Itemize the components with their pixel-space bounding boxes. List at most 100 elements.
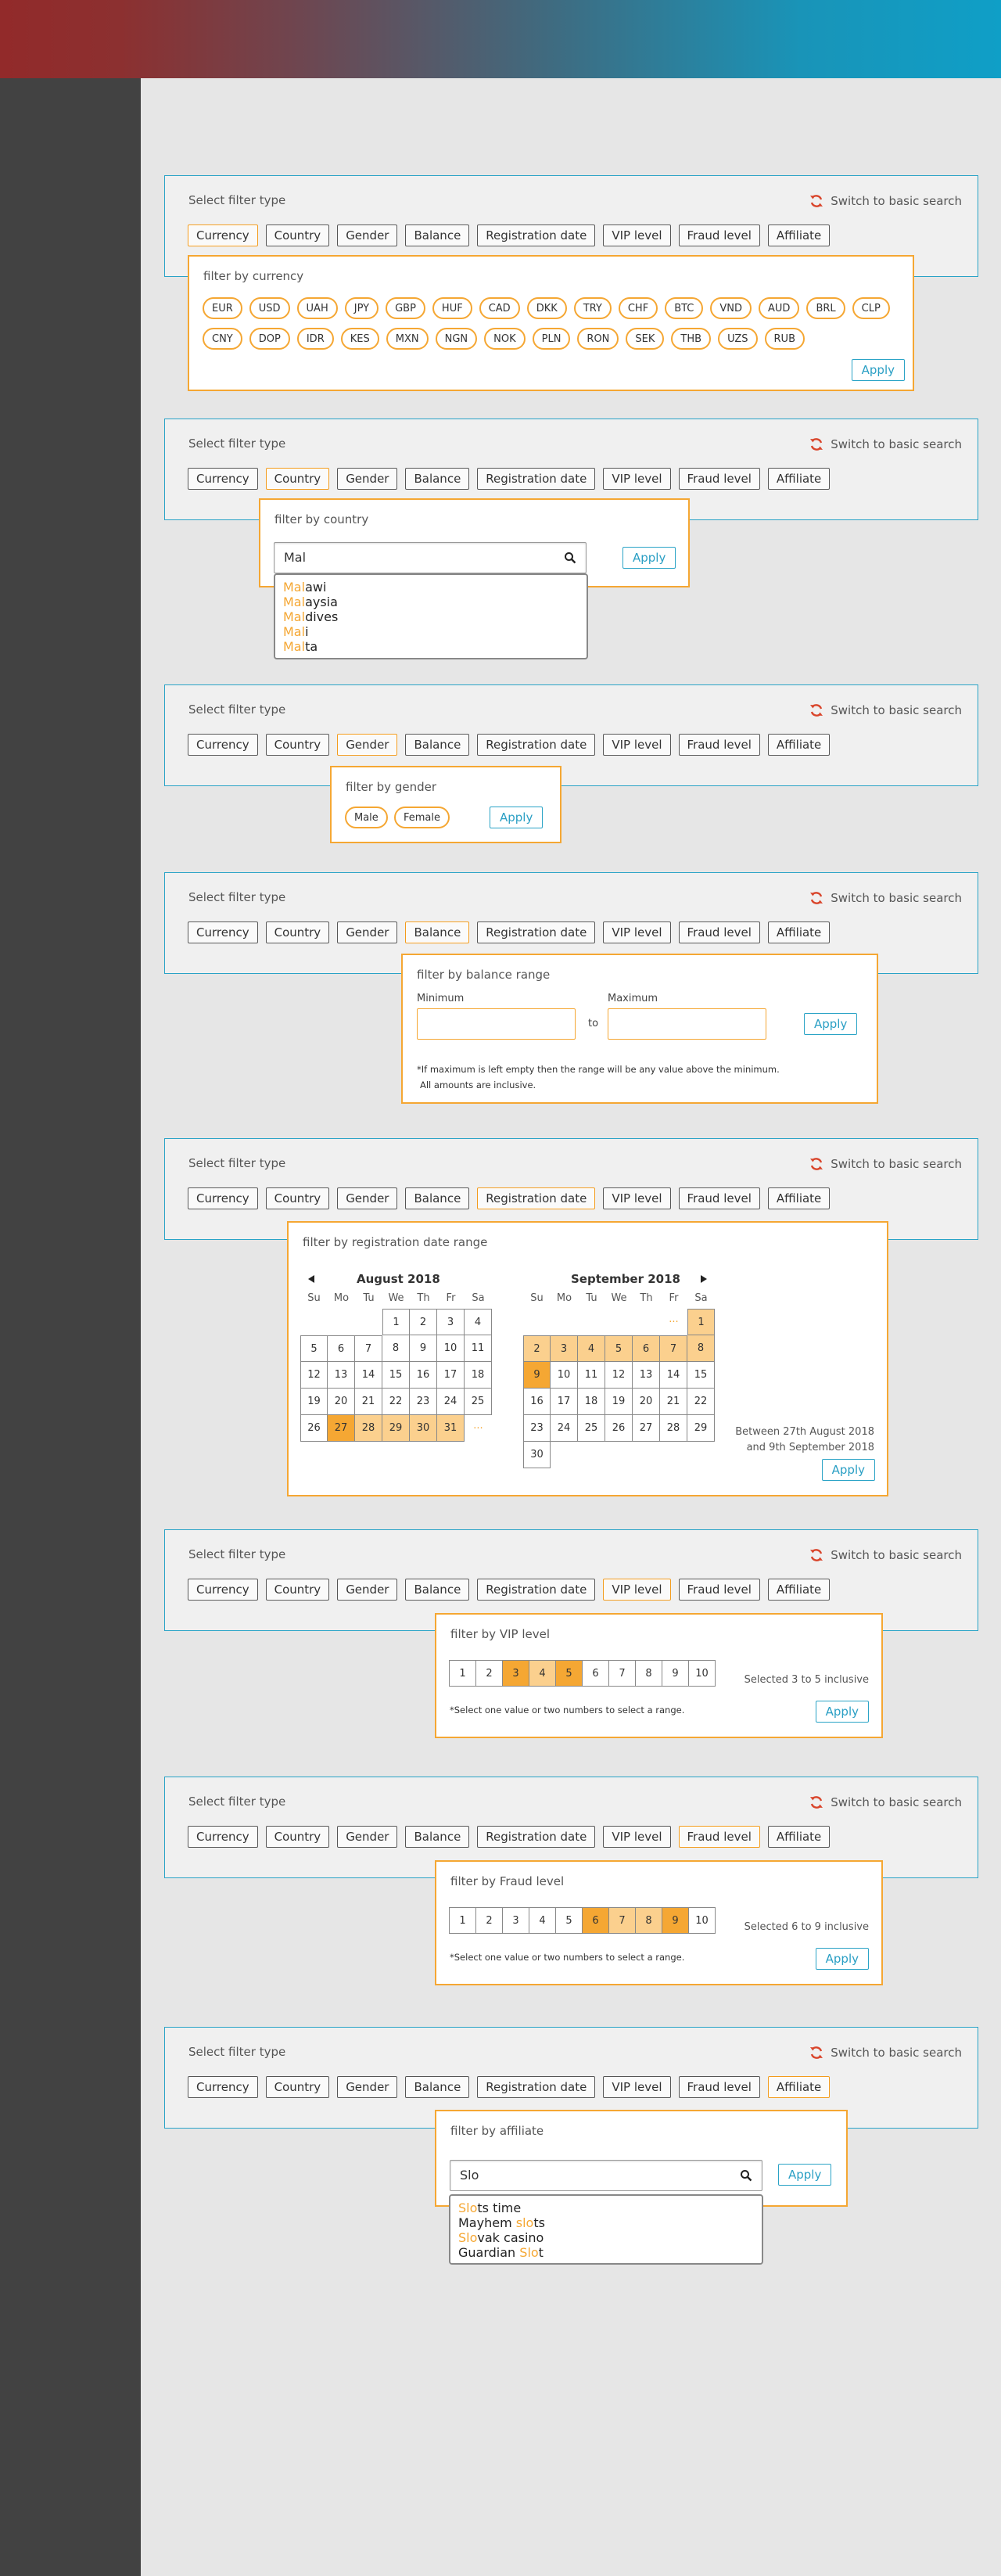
currency-option[interactable]: AUD: [759, 297, 800, 319]
filter-button-registration-date[interactable]: Registration date: [477, 1187, 596, 1209]
calendar-day[interactable]: 21: [355, 1389, 382, 1415]
level-option[interactable]: 3: [502, 1907, 529, 1934]
calendar-day[interactable]: 14: [660, 1362, 687, 1389]
filter-button-vip-level[interactable]: VIP level: [603, 1826, 671, 1848]
calendar-day[interactable]: 13: [328, 1362, 355, 1389]
filter-button-balance[interactable]: Balance: [405, 734, 470, 756]
currency-option[interactable]: TRY: [573, 297, 612, 319]
calendar-day[interactable]: 21: [660, 1389, 687, 1415]
apply-button[interactable]: Apply: [815, 1701, 869, 1723]
level-option[interactable]: 3: [502, 1660, 529, 1687]
calendar-day[interactable]: 4: [465, 1309, 492, 1335]
filter-button-registration-date[interactable]: Registration date: [477, 1579, 596, 1601]
switch-to-basic-search-link[interactable]: Switch to basic search: [809, 1547, 962, 1563]
calendar-day[interactable]: 27: [633, 1415, 660, 1442]
calendar-day[interactable]: 27: [328, 1415, 355, 1442]
calendar-day[interactable]: 10: [437, 1335, 465, 1362]
calendar-day[interactable]: 15: [687, 1362, 715, 1389]
calendar-day[interactable]: 2: [523, 1335, 551, 1362]
switch-to-basic-search-link[interactable]: Switch to basic search: [809, 890, 962, 906]
filter-button-gender[interactable]: Gender: [337, 1826, 398, 1848]
currency-option[interactable]: CHF: [618, 297, 658, 319]
country-search-field[interactable]: [274, 542, 587, 573]
calendar-day[interactable]: 3: [551, 1335, 578, 1362]
country-result-item[interactable]: Malawi: [283, 580, 579, 595]
currency-option[interactable]: EUR: [203, 297, 242, 319]
calendar-day[interactable]: 24: [437, 1389, 465, 1415]
level-option[interactable]: 7: [608, 1907, 636, 1934]
filter-button-balance[interactable]: Balance: [405, 225, 470, 246]
calendar-day[interactable]: 25: [578, 1415, 605, 1442]
currency-option[interactable]: NOK: [484, 328, 526, 350]
calendar-day[interactable]: 18: [465, 1362, 492, 1389]
apply-button[interactable]: Apply: [490, 807, 544, 828]
level-option[interactable]: 5: [555, 1907, 583, 1934]
filter-button-vip-level[interactable]: VIP level: [603, 1579, 671, 1601]
level-option[interactable]: 4: [529, 1660, 556, 1687]
calendar-day[interactable]: 12: [605, 1362, 633, 1389]
calendar-day[interactable]: 30: [523, 1442, 551, 1468]
calendar-day[interactable]: 20: [328, 1389, 355, 1415]
search-icon[interactable]: [740, 2169, 752, 2182]
filter-button-currency[interactable]: Currency: [188, 1187, 258, 1209]
calendar-day[interactable]: 6: [633, 1335, 660, 1362]
level-option[interactable]: 5: [555, 1660, 583, 1687]
filter-button-registration-date[interactable]: Registration date: [477, 225, 596, 246]
filter-button-registration-date[interactable]: Registration date: [477, 734, 596, 756]
gender-option-male[interactable]: Male: [345, 807, 388, 828]
apply-button[interactable]: Apply: [851, 359, 905, 381]
calendar-day[interactable]: 22: [687, 1389, 715, 1415]
filter-button-country[interactable]: Country: [265, 1579, 330, 1601]
filter-button-gender[interactable]: Gender: [337, 922, 398, 943]
currency-option[interactable]: JPY: [344, 297, 379, 319]
currency-option[interactable]: BTC: [665, 297, 704, 319]
apply-button[interactable]: Apply: [778, 2164, 832, 2186]
filter-button-affiliate[interactable]: Affiliate: [767, 922, 831, 943]
filter-button-country[interactable]: Country: [265, 734, 330, 756]
search-icon[interactable]: [564, 551, 576, 564]
calendar-day[interactable]: 5: [605, 1335, 633, 1362]
filter-button-vip-level[interactable]: VIP level: [603, 468, 671, 490]
currency-option[interactable]: BRL: [806, 297, 845, 319]
calendar-day[interactable]: 19: [300, 1389, 328, 1415]
currency-option[interactable]: KES: [340, 328, 379, 350]
calendar-day[interactable]: 17: [437, 1362, 465, 1389]
calendar-day[interactable]: 10: [551, 1362, 578, 1389]
filter-button-currency[interactable]: Currency: [188, 468, 258, 490]
calendar-day[interactable]: 6: [328, 1335, 355, 1362]
level-option[interactable]: 1: [449, 1907, 476, 1934]
currency-option[interactable]: PLN: [532, 328, 571, 350]
filter-button-gender[interactable]: Gender: [337, 468, 398, 490]
filter-button-affiliate[interactable]: Affiliate: [767, 734, 831, 756]
filter-button-vip-level[interactable]: VIP level: [603, 2076, 671, 2098]
filter-button-affiliate[interactable]: Affiliate: [767, 1579, 831, 1601]
calendar-day[interactable]: 23: [523, 1415, 551, 1442]
filter-button-registration-date[interactable]: Registration date: [477, 2076, 596, 2098]
calendar-day[interactable]: 12: [300, 1362, 328, 1389]
filter-button-balance[interactable]: Balance: [405, 1826, 470, 1848]
currency-option[interactable]: MXN: [386, 328, 429, 350]
filter-button-affiliate[interactable]: Affiliate: [767, 1187, 831, 1209]
calendar-day[interactable]: 8: [687, 1335, 715, 1362]
level-option[interactable]: 6: [582, 1660, 609, 1687]
calendar-day[interactable]: 17: [551, 1389, 578, 1415]
filter-button-vip-level[interactable]: VIP level: [603, 1187, 671, 1209]
filter-button-registration-date[interactable]: Registration date: [477, 922, 596, 943]
level-option[interactable]: 9: [662, 1660, 689, 1687]
filter-button-affiliate[interactable]: Affiliate: [767, 468, 831, 490]
currency-option[interactable]: UAH: [296, 297, 338, 319]
calendar-day[interactable]: 3: [437, 1309, 465, 1335]
country-result-item[interactable]: Malta: [283, 639, 579, 654]
filter-button-fraud-level[interactable]: Fraud level: [678, 1187, 760, 1209]
filter-button-currency[interactable]: Currency: [188, 1826, 258, 1848]
calendar-day[interactable]: 20: [633, 1389, 660, 1415]
level-option[interactable]: 2: [475, 1907, 503, 1934]
calendar-day[interactable]: 16: [410, 1362, 437, 1389]
filter-button-gender[interactable]: Gender: [337, 2076, 398, 2098]
switch-to-basic-search-link[interactable]: Switch to basic search: [809, 702, 962, 718]
minimum-input[interactable]: [417, 1008, 576, 1040]
calendar-day[interactable]: 22: [382, 1389, 410, 1415]
gender-option-female[interactable]: Female: [394, 807, 450, 828]
filter-button-vip-level[interactable]: VIP level: [603, 734, 671, 756]
calendar-day[interactable]: 11: [465, 1335, 492, 1362]
